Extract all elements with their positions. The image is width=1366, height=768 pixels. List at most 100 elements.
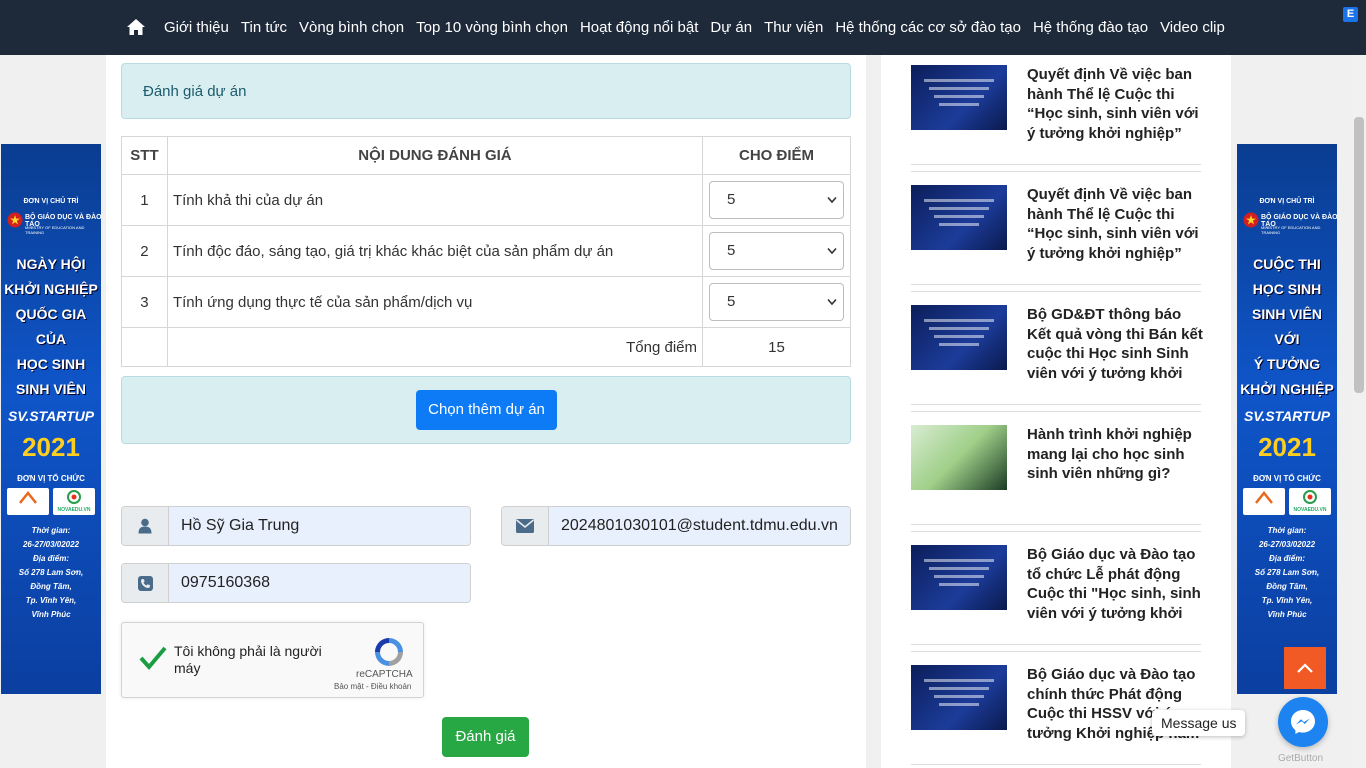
nav-item[interactable]: Thư viện [758,19,829,36]
score-value: 5 [727,191,736,208]
checkmark-icon[interactable] [138,643,168,673]
news-thumbnail[interactable] [911,65,1007,130]
nav-item[interactable]: Dự án [704,19,758,36]
nav-item[interactable]: Tin tức [235,19,293,36]
left-ad-banner[interactable]: ĐƠN VỊ CHỦ TRÌ BỘ GIÁO DỤC VÀ ĐÀO TẠO MI… [1,144,101,694]
banner-event-info: Thời gian: 26-27/03/02022 Địa điểm: Số 278 … [1,524,101,622]
top-navbar: Giới thiệu Tin tức Vòng bình chọn Top 10 vò… [0,0,1366,55]
banner-year: 2021 [22,432,80,462]
novaedu-logo: NOVAEDU.VN [1289,488,1331,515]
recaptcha-terms[interactable]: Bảo mật - Điều khoản [334,682,411,691]
name-field-group: Hồ Sỹ Gia Trung [121,506,471,546]
recaptcha-brand: reCAPTCHA [356,669,413,680]
banner-info-line: Đồng Tâm, [1266,582,1308,591]
back-to-top-button[interactable] [1284,647,1326,689]
news-thumbnail[interactable] [911,185,1007,250]
nav-item[interactable]: Video clip [1154,19,1231,36]
getbutton-credit[interactable]: GetButton [1278,753,1323,764]
name-input[interactable]: Hồ Sỹ Gia Trung [169,507,470,545]
divider [911,651,1201,652]
row-content: Tính độc đáo, sáng tạo, giá trị khác khá… [166,225,704,277]
nav-item[interactable]: Vòng bình chọn [293,19,410,36]
chevron-down-icon [827,196,837,204]
banner-brand: SV.STARTUP [7,408,95,424]
messenger-button[interactable] [1278,697,1328,747]
nav-item[interactable]: Hệ thống các cơ sở đào tạo [829,19,1027,36]
nav-item[interactable]: Hoạt động nổi bật [574,19,704,36]
row-content: Tính ứng dụng thực tế của sản phẩm/dịch … [166,276,704,328]
banner-headline-line: CỦA [35,331,67,347]
submit-evaluation-button[interactable]: Đánh giá [442,717,529,757]
score-value: 5 [727,242,736,259]
banner-ministry-en: MINISTRY OF EDUCATION AND TRAINING [1261,225,1321,235]
evaluation-table: STT NỘI DUNG ĐÁNH GIÁ CHO ĐIỂM 1 Tính kh… [121,136,851,367]
banner-info-line: Vĩnh Phúc [1267,610,1307,619]
news-thumbnail[interactable] [911,305,1007,370]
banner-headline: NGÀY HỘI KHỞI NGHIỆP QUỐC GIA CỦA HỌC SINH SI… [1,252,101,402]
news-thumbnail[interactable] [911,665,1007,730]
nav-menu: Giới thiệu Tin tức Vòng bình chọn Top 10 vò… [158,0,1231,55]
news-title[interactable]: Bộ Giáo dục và Đào tạo tổ chức Lễ phát đ… [1027,545,1203,623]
novaedu-logo-text: NOVAEDU.VN [1293,507,1327,513]
section-title: Đánh giá dự án [143,83,247,100]
score-select[interactable]: 5 [709,232,844,270]
news-item[interactable]: Hành trình khởi nghiệp mang lại cho học … [911,425,1201,525]
chevron-down-icon [827,298,837,306]
banner-headline-line: NGÀY HỘI [16,256,86,272]
banner-org-label: ĐƠN VỊ CHỦ TRÌ [23,198,79,205]
news-thumbnail[interactable] [911,545,1007,610]
page-scrollbar[interactable] [1352,55,1366,768]
home-icon[interactable] [126,17,146,37]
divider [911,291,1201,292]
messenger-tooltip: Message us [1152,710,1246,736]
novaedu-logo-icon [1303,490,1317,504]
emblem-icon [7,212,23,228]
language-badge[interactable]: E [1343,7,1358,22]
nav-item[interactable]: Top 10 vòng bình chọn [410,19,574,36]
banner-info-line: Đồng Tâm, [30,582,72,591]
phone-icon [137,575,153,591]
banner-info-line: Số 278 Lam Sơn, [18,568,84,577]
news-item[interactable]: Bộ GD&ĐT thông báo Kết quả vòng thi Bán … [911,305,1203,405]
banner-headline-line: SINH VIÊN [15,381,86,397]
recaptcha-label: Tôi không phải là người máy [174,643,322,676]
email-input[interactable]: 2024801030101@student.tdmu.edu.vn [549,507,850,545]
banner-info-line: Thời gian: [31,526,71,535]
news-item[interactable]: Quyết định Về việc ban hành Thể lệ Cuộc … [911,185,1201,285]
news-title[interactable]: Hành trình khởi nghiệp mang lại cho học … [1027,425,1203,484]
banner-year: 2021 [1258,432,1316,462]
banner-organizer-label: ĐƠN VỊ TỔ CHỨC [1253,474,1321,483]
banner-headline-line: KHỞI NGHIỆP [1240,381,1334,397]
score-select[interactable]: 5 [709,181,844,219]
banner-ministry-en: MINISTRY OF EDUCATION AND TRAINING [25,225,85,235]
banner-headline-line: QUỐC GIA [15,306,87,322]
header-score: CHO ĐIỂM [702,136,851,175]
right-ad-banner[interactable]: ĐƠN VỊ CHỦ TRÌ BỘ GIÁO DỤC VÀ ĐÀO TẠO MI… [1237,144,1337,694]
user-icon [138,518,152,534]
news-thumbnail[interactable] [911,425,1007,490]
phone-input[interactable]: 0975160368 [169,564,470,602]
banner-info-line: Vĩnh Phúc [31,610,71,619]
banner-info-line: 26-27/03/02022 [22,540,80,549]
banner-event-info: Thời gian: 26-27/03/02022 Địa điểm: Số 278 … [1237,524,1337,622]
news-item[interactable]: Bộ Giáo dục và Đào tạo tổ chức Lễ phát đ… [911,545,1201,645]
nav-item[interactable]: Giới thiệu [158,19,235,36]
news-title[interactable]: Quyết định Về việc ban hành Thể lệ Cuộc … [1027,65,1203,143]
divider [911,531,1201,532]
choose-more-button[interactable]: Chọn thêm dự án [416,390,557,430]
score-select[interactable]: 5 [709,283,844,321]
news-title[interactable]: Bộ GD&ĐT thông báo Kết quả vòng thi Bán … [1027,305,1203,383]
organizer-logo-icon [19,491,37,504]
banner-info-line: Địa điểm: [32,554,69,563]
news-title[interactable]: Quyết định Về việc ban hành Thể lệ Cuộc … [1027,185,1203,263]
banner-info-line: Số 278 Lam Sơn, [1254,568,1320,577]
section-header: Đánh giá dự án [121,63,851,119]
nav-item[interactable]: Hệ thống đào tạo [1027,19,1154,36]
total-value: 15 [702,327,851,367]
total-row: Tổng điểm 15 [121,327,851,367]
scrollbar-thumb[interactable] [1354,117,1364,393]
organizer-logo [7,488,49,515]
row-content: Tính khả thi của dự án [166,174,704,226]
table-row: 2 Tính độc đáo, sáng tạo, giá trị khác k… [121,225,851,277]
news-item[interactable]: Quyết định Về việc ban hành Thể lệ Cuộc … [911,65,1201,165]
